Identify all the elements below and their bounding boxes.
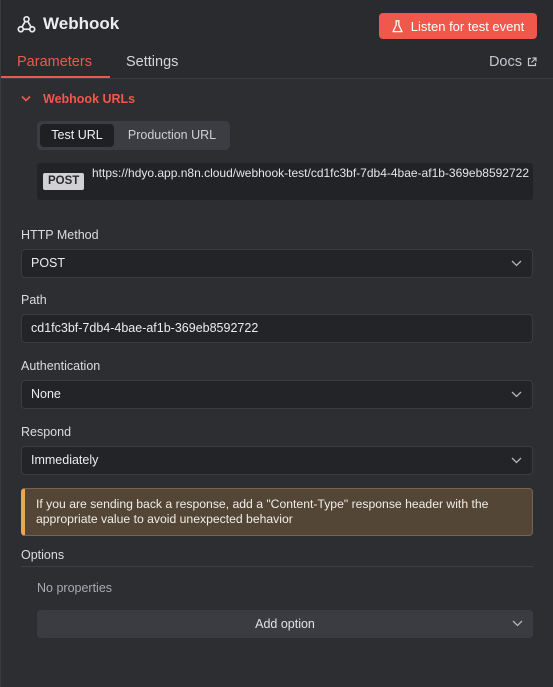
add-option-button[interactable]: Add option [37, 610, 533, 638]
path-value: cd1fc3bf-7db4-4bae-af1b-369eb8592722 [31, 321, 259, 335]
respond-value: Immediately [31, 453, 99, 467]
webhook-icon [17, 15, 36, 33]
webhook-url-text: https://hdyo.app.n8n.cloud/webhook-test/… [92, 166, 529, 180]
authentication-select[interactable]: None [21, 380, 533, 409]
active-tab-indicator [1, 76, 110, 78]
webhook-urls-title: Webhook URLs [43, 92, 136, 106]
content-type-notice: If you are sending back a response, add … [21, 488, 533, 536]
http-method-label: HTTP Method [21, 228, 99, 242]
options-label: Options [21, 548, 65, 562]
chevron-down-icon [511, 457, 522, 464]
chevron-down-icon [511, 391, 522, 398]
webhook-url-box[interactable]: POST https://hdyo.app.n8n.cloud/webhook-… [37, 163, 533, 200]
authentication-value: None [31, 387, 61, 401]
chevron-down-icon [512, 620, 523, 627]
docs-link[interactable]: Docs [489, 54, 537, 70]
no-properties-text: No properties [37, 581, 113, 595]
tab-settings[interactable]: Settings [126, 54, 178, 70]
test-url-option[interactable]: Test URL [40, 124, 114, 147]
flask-icon [392, 19, 403, 32]
authentication-label: Authentication [21, 359, 101, 373]
panel-header: Webhook Listen for test event [1, 0, 553, 50]
respond-select[interactable]: Immediately [21, 446, 533, 475]
docs-label: Docs [488, 54, 522, 70]
node-settings-panel: Webhook Listen for test event Parameters… [0, 0, 553, 687]
http-method-select[interactable]: POST [21, 249, 533, 278]
method-badge: POST [43, 173, 85, 190]
webhook-urls-toggle[interactable]: Webhook URLs [21, 92, 135, 106]
listen-for-test-event-button[interactable]: Listen for test event [379, 13, 537, 39]
respond-label: Respond [21, 425, 72, 439]
http-method-value: POST [31, 256, 66, 270]
tab-bar: Parameters Settings Docs [1, 50, 553, 79]
add-option-label: Add option [255, 617, 315, 631]
production-url-option[interactable]: Production URL [117, 124, 227, 147]
tab-parameters[interactable]: Parameters [17, 54, 92, 70]
options-divider [21, 566, 533, 567]
node-title: Webhook [43, 14, 120, 33]
external-link-icon [527, 57, 537, 67]
listen-button-label: Listen for test event [410, 18, 525, 34]
path-label: Path [21, 293, 47, 307]
chevron-down-icon [511, 260, 522, 267]
url-type-switch: Test URL Production URL [37, 121, 230, 150]
chevron-down-icon [21, 95, 31, 102]
path-input[interactable]: cd1fc3bf-7db4-4bae-af1b-369eb8592722 [21, 314, 533, 343]
